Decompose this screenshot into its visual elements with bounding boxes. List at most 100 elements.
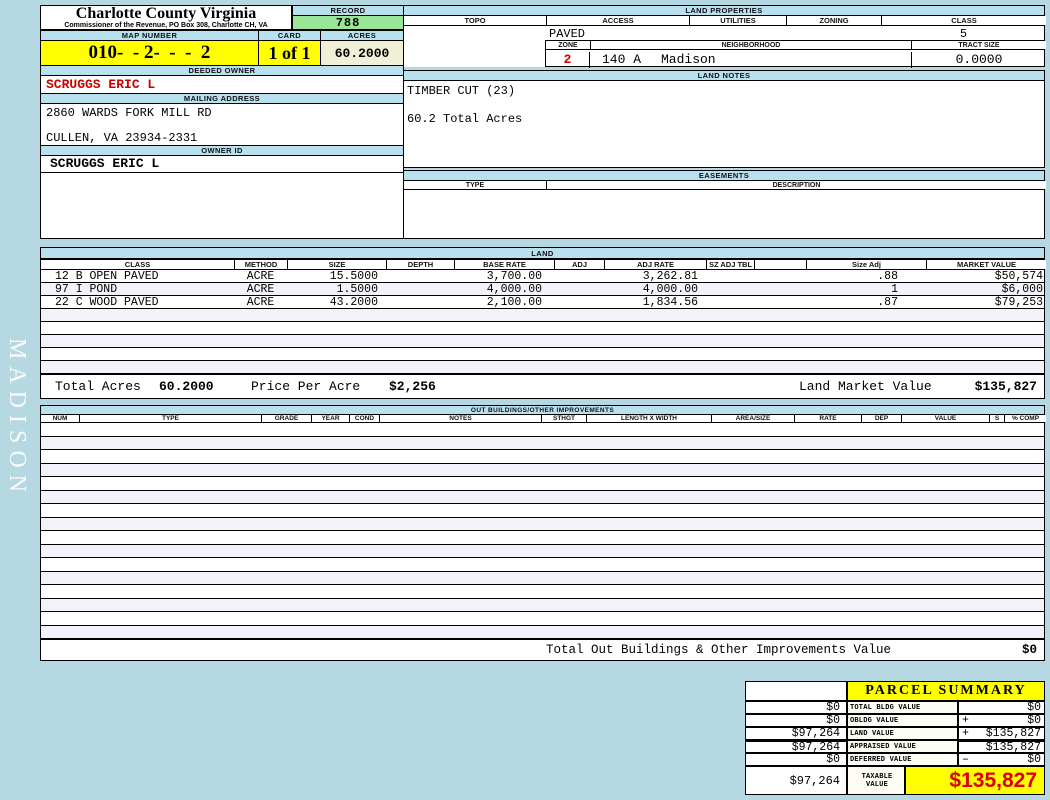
- ob-col-year: YEAR: [311, 415, 349, 422]
- empty-row: [41, 361, 1044, 374]
- ps-value-total-bldg: $0: [958, 701, 1045, 714]
- total-acres-value: 60.2000: [159, 375, 214, 398]
- empty-row: [41, 612, 1044, 626]
- deeded-owner-value: SCRUGGS ERIC L: [40, 75, 404, 94]
- land-col-size: SIZE: [287, 260, 386, 269]
- land-col-sz-adj-tbl: SZ ADJ TBL: [706, 260, 754, 269]
- card-value: 1 of 1: [258, 40, 321, 66]
- sidebar-watermark: MADISON: [3, 338, 30, 499]
- ps-prior-obldg: $0: [745, 714, 847, 727]
- land-cell-market-value: $6,000: [926, 283, 1043, 295]
- ob-col-area-size: AREA/SIZE: [711, 415, 794, 422]
- col-access: ACCESS: [546, 16, 689, 25]
- col-zoning: ZONING: [786, 16, 881, 25]
- land-col-method: METHOD: [234, 260, 287, 269]
- county-title: Charlotte County Virginia: [41, 6, 291, 22]
- land-cell-base-rate: 2,100.00: [454, 296, 542, 308]
- ob-col-grade: GRADE: [261, 415, 311, 422]
- ps-value-deferred: – $0: [958, 753, 1045, 766]
- col-utilities: UTILITIES: [689, 16, 786, 25]
- land-cell-method: ACRE: [234, 283, 287, 295]
- ps-value: $0: [1027, 715, 1041, 727]
- land-totals-row: Total Acres 60.2000 Price Per Acre $2,25…: [40, 374, 1045, 399]
- zone-label: ZONE: [546, 41, 590, 49]
- land-cell-size: 43.2000: [287, 296, 378, 308]
- ps-prior-appraised: $97,264: [745, 740, 847, 753]
- empty-row: [41, 626, 1044, 640]
- empty-row: [41, 585, 1044, 599]
- zone-values: 2 140 A Madison 0.0000: [545, 49, 1045, 67]
- access-value: PAVED: [549, 27, 585, 41]
- col-topo: TOPO: [404, 16, 546, 25]
- ob-total-value: $0: [1022, 640, 1037, 660]
- land-notes-box: TIMBER CUT (23) 60.2 Total Acres: [403, 80, 1045, 168]
- price-per-acre-value: $2,256: [389, 375, 436, 398]
- ps-value-obldg: + $0: [958, 714, 1045, 727]
- ob-total-label: Total Out Buildings & Other Improvements…: [546, 640, 891, 660]
- mailing-address-box: 2860 WARDS FORK MILL RD CULLEN, VA 23934…: [40, 103, 404, 146]
- land-col-size-adj: Size Adj: [806, 260, 926, 269]
- land-cell-class: 97 I POND: [55, 283, 230, 295]
- land-col-blank: [754, 260, 806, 269]
- col-class: CLASS: [881, 16, 1046, 25]
- land-table-columns: CLASS METHOD SIZE DEPTH BASE RATE ADJ AD…: [40, 259, 1045, 270]
- ps-label-taxable: TAXABLE VALUE: [847, 766, 905, 795]
- owner-panel-spacer: [40, 172, 404, 239]
- address-line-2: CULLEN, VA 23934-2331: [46, 131, 197, 145]
- county-header-box: Charlotte County Virginia Commissioner o…: [40, 5, 292, 30]
- map-number-value: 010- - 2- - - 2: [40, 40, 259, 66]
- land-col-base-rate: BASE RATE: [454, 260, 554, 269]
- land-row-1: 12 B OPEN PAVED ACRE 15.5000 3,700.00 3,…: [40, 270, 1045, 283]
- empty-row: [41, 477, 1044, 491]
- zone-value: 2: [546, 52, 590, 68]
- ob-col-num: NUM: [41, 415, 79, 422]
- ob-col-notes: NOTES: [379, 415, 541, 422]
- land-note-line-1: TIMBER CUT (23): [407, 84, 515, 98]
- ob-col-dep: DEP: [861, 415, 901, 422]
- empty-row: [41, 518, 1044, 532]
- land-row-3: 22 C WOOD PAVED ACRE 43.2000 2,100.00 1,…: [40, 296, 1045, 309]
- land-cell-size-adj: 1: [806, 283, 898, 295]
- land-cell-size: 1.5000: [287, 283, 378, 295]
- empty-row: [41, 335, 1044, 348]
- tract-size-label: TRACT SIZE: [911, 41, 1046, 49]
- ps-label-land: LAND VALUE: [847, 727, 958, 740]
- land-market-value-label: Land Market Value: [799, 375, 932, 398]
- land-cell-market-value: $79,253: [926, 296, 1043, 308]
- owner-id-value: SCRUGGS ERIC L: [40, 155, 404, 173]
- class-value: 5: [881, 27, 1046, 41]
- ps-label-total-bldg: TOTAL BLDG VALUE: [847, 701, 958, 714]
- neighborhood-name: Madison: [661, 52, 716, 67]
- empty-row: [41, 348, 1044, 361]
- land-cell-market-value: $50,574: [926, 270, 1043, 282]
- land-col-adj-rate: ADJ RATE: [604, 260, 706, 269]
- land-cell-base-rate: 4,000.00: [454, 283, 542, 295]
- ps-prior-taxable: $97,264: [745, 766, 847, 795]
- empty-row: [41, 572, 1044, 586]
- out-buildings-total-row: Total Out Buildings & Other Improvements…: [40, 639, 1045, 661]
- land-cell-adj-rate: 3,262.81: [604, 270, 698, 282]
- ps-label-appraised: APPRAISED VALUE: [847, 740, 958, 753]
- ps-value-appraised: $135,827: [958, 740, 1045, 753]
- ps-prior-deferred: $0: [745, 753, 847, 766]
- ps-value-land: + $135,827: [958, 727, 1045, 740]
- price-per-acre-label: Price Per Acre: [251, 375, 360, 398]
- ob-col-cond: COND: [349, 415, 379, 422]
- land-col-adj: ADJ: [554, 260, 604, 269]
- ob-col-pct-comp: % COMP: [1004, 415, 1046, 422]
- easements-box: [403, 189, 1045, 239]
- parcel-summary-corner: [745, 681, 847, 701]
- county-subtitle: Commissioner of the Revenue, PO Box 308,…: [41, 22, 291, 29]
- land-properties-values: PAVED 5: [403, 26, 1045, 40]
- land-empty-rows: [40, 309, 1045, 374]
- empty-row: [41, 437, 1044, 451]
- ps-prior-total-bldg: $0: [745, 701, 847, 714]
- ps-value: $0: [1027, 754, 1041, 766]
- ps-value: $135,827: [986, 728, 1041, 740]
- ps-label-obldg: OBLDG VALUE: [847, 714, 958, 727]
- land-cell-size-adj: .88: [806, 270, 898, 282]
- land-cell-class: 12 B OPEN PAVED: [55, 270, 230, 282]
- empty-row: [41, 504, 1044, 518]
- land-cell-class: 22 C WOOD PAVED: [55, 296, 230, 308]
- land-row-2: 97 I POND ACRE 1.5000 4,000.00 4,000.00 …: [40, 283, 1045, 296]
